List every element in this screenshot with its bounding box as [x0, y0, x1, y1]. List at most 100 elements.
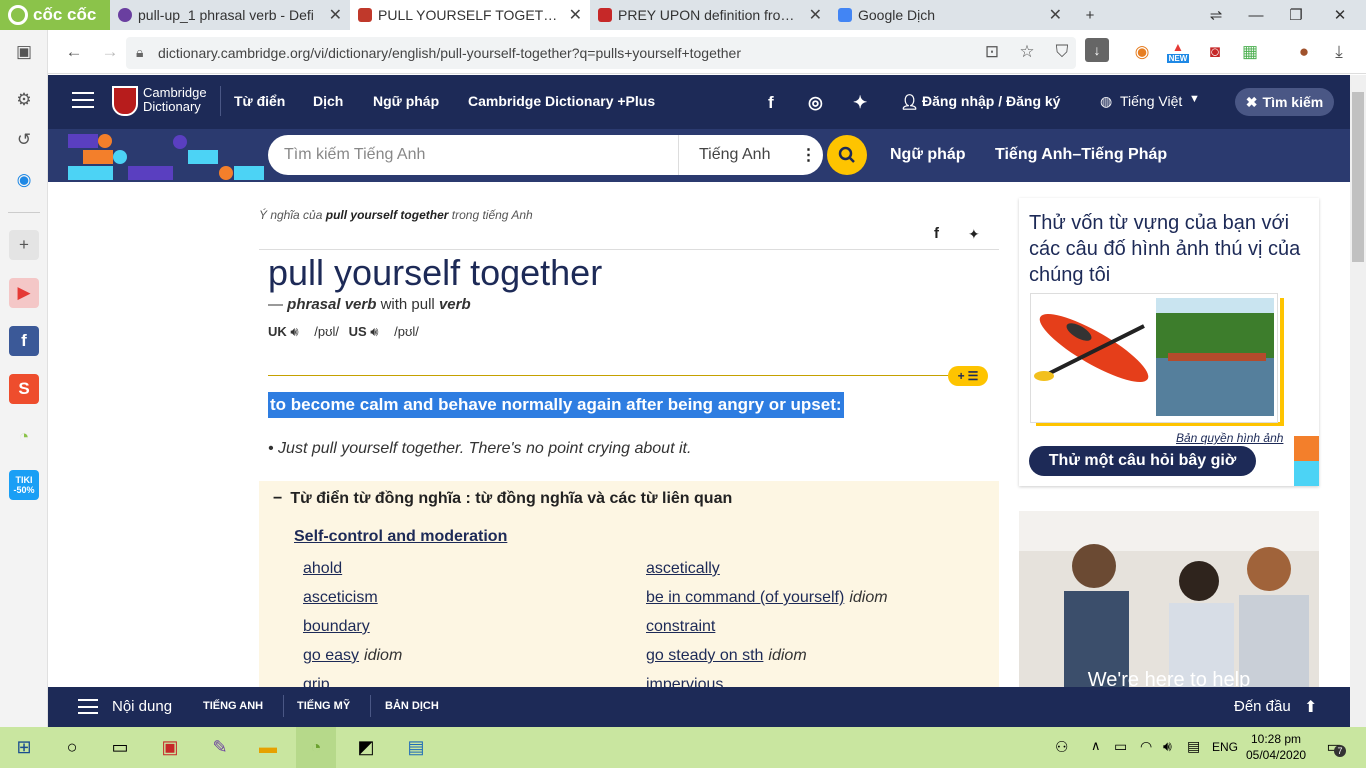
battery-icon[interactable]: ▭ — [1114, 738, 1127, 755]
add-app-icon[interactable]: + — [9, 230, 39, 260]
extension-grid-icon[interactable]: ▦ — [1236, 38, 1264, 66]
thesaurus-word[interactable]: be in command (of yourself) idiom — [646, 589, 888, 607]
english-french-link[interactable]: Tiếng Anh–Tiếng Pháp — [995, 146, 1167, 164]
search-toggle-button[interactable]: ✖ Tìm kiếm — [1235, 88, 1334, 116]
forward-button[interactable]: → — [96, 38, 124, 66]
nav-plus[interactable]: Cambridge Dictionary +Plus — [468, 93, 655, 109]
app-icon[interactable]: ▤ — [396, 727, 436, 768]
translate-icon[interactable]: ⊡ — [978, 38, 1006, 66]
quiz-button[interactable]: Thử một câu hỏi bây giờ — [1029, 446, 1256, 476]
input-language[interactable]: ENG — [1212, 740, 1238, 754]
maximize-button[interactable]: ❐ — [1276, 0, 1316, 30]
share-facebook-icon[interactable]: f — [934, 225, 939, 242]
notification-icon[interactable]: ▭7 — [1322, 737, 1346, 757]
thesaurus-word[interactable]: constraint — [646, 618, 715, 636]
instagram-icon[interactable]: ◎ — [808, 93, 823, 113]
tab-pull-yourself-together[interactable]: PULL YOURSELF TOGETHER | C ✕ — [350, 0, 590, 30]
us-audio-icon[interactable]: 🔊︎ — [370, 324, 378, 339]
arrow-up-icon[interactable]: ⬆ — [1304, 697, 1317, 717]
site-logo[interactable]: Cambridge Dictionary — [143, 86, 207, 114]
login-link[interactable]: Đăng nhập / Đăng ký — [922, 93, 1060, 109]
extension-chrome-icon[interactable]: ◉ — [1128, 38, 1156, 66]
app-icon[interactable]: ▣ — [150, 727, 190, 768]
tab-prey-upon[interactable]: PREY UPON definition from M ✕ — [590, 0, 830, 30]
tab-english[interactable]: TIẾNG ANH — [203, 700, 263, 712]
advertisement[interactable]: We're here to help — [1019, 511, 1319, 687]
nav-grammar[interactable]: Ngữ pháp — [373, 93, 439, 109]
back-button[interactable]: ← — [60, 38, 88, 66]
scrollbar[interactable] — [1350, 75, 1366, 727]
extension-new-icon[interactable]: ▲ NEW — [1163, 40, 1193, 66]
thesaurus-word[interactable]: ascetically — [646, 560, 720, 578]
search-language-select[interactable]: Tiếng Anh ⋮ — [678, 135, 816, 175]
thesaurus-word[interactable]: go easy idiom — [303, 647, 402, 665]
chevron-up-icon[interactable]: ∧ — [1091, 738, 1101, 754]
clock[interactable]: 10:28 pm 05/04/2020 — [1246, 731, 1306, 763]
close-icon[interactable]: ✕ — [569, 5, 582, 25]
twitter-icon[interactable]: ✦ — [853, 93, 867, 113]
display-icon[interactable]: ▤ — [1187, 738, 1200, 755]
share-twitter-icon[interactable]: ✦ — [968, 226, 980, 243]
browser-brand[interactable]: cốc cốc — [0, 0, 110, 30]
thesaurus-word[interactable]: go steady on sth idiom — [646, 647, 807, 665]
scrollbar-thumb[interactable] — [1352, 92, 1364, 262]
shield-icon[interactable]: ⛉ — [1048, 38, 1076, 66]
hamburger-menu-icon[interactable] — [72, 92, 94, 108]
tab-american[interactable]: TIẾNG MỸ — [297, 700, 350, 712]
thesaurus-word[interactable]: boundary — [303, 618, 370, 636]
search-input[interactable]: Tìm kiếm Tiếng Anh Tiếng Anh ⋮ — [268, 135, 823, 175]
sticky-notes-icon[interactable]: ◩ — [346, 727, 386, 768]
facebook-icon[interactable]: f — [9, 326, 39, 356]
search-button[interactable] — [827, 135, 867, 175]
back-to-top-link[interactable]: Đến đầu — [1234, 698, 1291, 715]
volume-icon[interactable]: 🔊︎ — [1163, 738, 1172, 755]
language-selector[interactable]: Tiếng Việt — [1120, 93, 1182, 109]
history-icon[interactable]: ↺ — [9, 125, 39, 155]
paint-icon[interactable]: ✎ — [200, 727, 240, 768]
url-bar[interactable]: 🔒︎ dictionary.cambridge.org/vi/dictionar… — [126, 37, 1076, 69]
thesaurus-word[interactable]: asceticism — [303, 589, 378, 607]
profile-avatar[interactable]: ● — [1290, 38, 1318, 66]
tab-favicon-icon — [118, 8, 132, 22]
thesaurus-header[interactable]: − Từ điển từ đồng nghĩa : từ đồng nghĩa v… — [273, 490, 732, 508]
hamburger-menu-icon[interactable] — [78, 699, 98, 714]
coccoc-app-icon[interactable]: ◔ — [9, 422, 39, 452]
contents-link[interactable]: Nội dung — [112, 698, 172, 715]
window-close-button[interactable]: ✕ — [1320, 0, 1360, 30]
thesaurus-category-link[interactable]: Self-control and moderation — [294, 528, 507, 546]
people-icon[interactable]: ⚇ — [1055, 738, 1068, 756]
close-icon[interactable]: ✕ — [809, 5, 822, 25]
wifi-icon[interactable]: ◠ — [1140, 738, 1152, 755]
settings-icon[interactable]: ⚙ — [9, 85, 39, 115]
search-icon[interactable]: ○ — [52, 727, 92, 768]
facebook-icon[interactable]: f — [768, 93, 774, 113]
tiki-icon[interactable]: TIKI -50% — [9, 470, 39, 500]
thesaurus-word[interactable]: ahold — [303, 560, 342, 578]
tab-menu-icon[interactable]: ⇌ — [1196, 0, 1236, 30]
youtube-icon[interactable]: ▶ — [9, 278, 39, 308]
grammar-link[interactable]: Ngữ pháp — [890, 146, 966, 164]
windows-start-icon[interactable]: ⊞ — [4, 727, 44, 768]
coccoc-taskbar-icon[interactable]: ◔ — [296, 727, 336, 768]
minimize-button[interactable]: — — [1236, 0, 1276, 30]
new-tab-button[interactable]: + — [1070, 0, 1110, 30]
task-view-icon[interactable]: ▭ — [100, 727, 140, 768]
close-icon[interactable]: ✕ — [329, 5, 342, 25]
tab-google-dich[interactable]: Google Dịch ✕ — [830, 0, 1070, 30]
extension-red-icon[interactable]: ◙ — [1201, 38, 1229, 66]
bookmark-star-icon[interactable]: ☆ — [1013, 38, 1041, 66]
nav-dictionary[interactable]: Từ điển — [234, 93, 285, 109]
messenger-icon[interactable]: ◉ — [9, 165, 39, 195]
add-to-wordlist-button[interactable]: + ☰ — [948, 366, 988, 386]
nav-translate[interactable]: Dịch — [313, 93, 343, 109]
uk-audio-icon[interactable]: 🔊︎ — [290, 324, 298, 339]
sidebar-toggle-icon[interactable]: ▣ — [9, 37, 39, 67]
downloads-icon[interactable]: ⤓ — [1325, 38, 1353, 66]
download-icon[interactable]: ↓ — [1085, 38, 1109, 62]
file-explorer-icon[interactable]: ▬ — [248, 727, 288, 768]
tab-translation[interactable]: BẢN DỊCH — [385, 700, 439, 712]
copyright-link[interactable]: Bản quyền hình ảnh — [1176, 431, 1283, 445]
tab-pull-up[interactable]: pull-up_1 phrasal verb - Defi ✕ — [110, 0, 350, 30]
shopee-icon[interactable]: S — [9, 374, 39, 404]
close-icon[interactable]: ✕ — [1049, 5, 1062, 25]
